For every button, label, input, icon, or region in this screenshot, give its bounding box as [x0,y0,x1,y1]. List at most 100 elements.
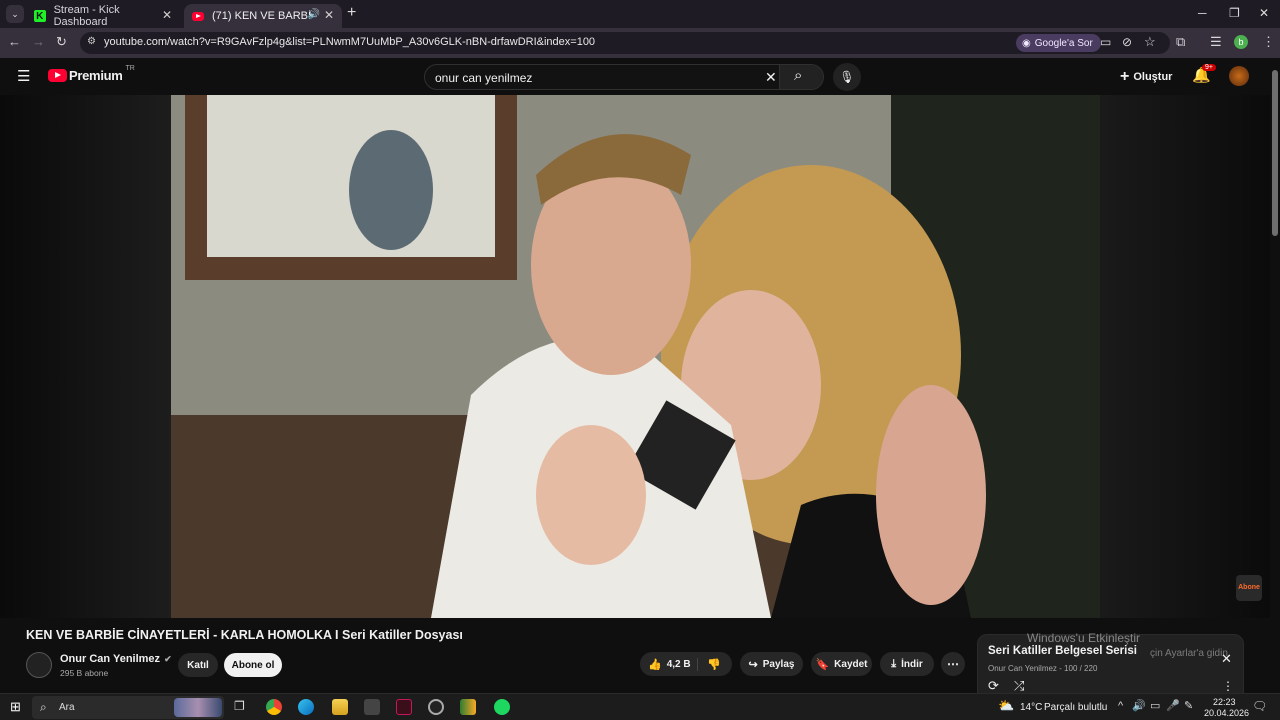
network-icon[interactable]: ▭ [1150,699,1160,712]
search-button[interactable]: ⌕ [779,65,823,89]
app-icon-yellow[interactable] [460,699,476,715]
taskbar-search[interactable]: ⌕ Ara [32,696,224,719]
right-ambient [1100,95,1270,618]
app-icon-red[interactable] [396,699,412,715]
playlist-menu-icon[interactable]: ⋮ [1222,679,1234,693]
download-label: İndir [901,658,923,670]
bookmark-icon: 🔖 [815,658,830,671]
reading-list-icon[interactable]: ☰ [1210,34,1222,50]
account-avatar[interactable] [1229,66,1249,86]
site-info-icon[interactable]: ⚙ [87,36,96,47]
tab-title: (71) KEN VE BARBİE CİNAYE [212,10,312,22]
like-button[interactable]: 👍 4,2 B [640,657,698,671]
notifications-button[interactable]: 🔔 9+ [1192,64,1216,85]
notification-badge: 9+ [1202,64,1216,71]
restore-window-icon[interactable]: ❐ [1229,6,1240,20]
share-label: Paylaş [762,658,795,670]
channel-watermark[interactable]: Abone ol [1236,575,1262,601]
download-button[interactable]: ⤓ İndir [880,652,934,676]
clear-search-icon[interactable]: ✕ [765,69,777,86]
tab-youtube-video[interactable]: (71) KEN VE BARBİE CİNAYE 🔊 ✕ [184,4,342,28]
page-scrollbar[interactable] [1270,58,1280,693]
search-input[interactable]: onur can yenilmez [435,71,532,85]
save-button[interactable]: 🔖 Kaydet [811,652,872,676]
loop-icon[interactable]: ⟳ [988,678,999,694]
google-ask-label: Google'a Sor [1034,37,1093,49]
voice-search-button[interactable]: 🎙 [833,63,861,91]
hamburger-menu-icon[interactable]: ☰ [17,67,30,85]
cast-icon[interactable]: ▭ [1100,35,1111,49]
profile-avatar[interactable]: b [1234,35,1248,49]
google-ask-button[interactable]: ◉ Google'a Sor [1016,34,1101,52]
more-dots-icon: ⋯ [947,657,959,671]
windows-start-icon[interactable]: ⊞ [10,699,21,715]
weather-temp[interactable]: 14°C [1020,702,1042,713]
channel-avatar[interactable] [26,652,52,678]
logo-text: Premium [69,68,123,83]
weather-desc[interactable]: Parçalı bulutlu [1044,702,1107,713]
extensions-icon[interactable]: ⧉ [1176,34,1185,50]
app-icon-circle[interactable] [428,699,444,715]
spotify-icon[interactable] [494,699,510,715]
new-tab-button[interactable]: + [347,4,356,22]
shuffle-icon[interactable]: ⤮ [1014,678,1024,694]
bookmark-star-icon[interactable]: ☆ [1144,34,1156,50]
left-ambient [0,95,171,618]
taskbar-search-placeholder: Ara [59,702,75,713]
close-tab-icon[interactable]: ✕ [324,8,334,22]
subscribe-button[interactable]: Abone ol [224,653,282,677]
download-icon: ⤓ [891,657,897,670]
reload-icon[interactable]: ↻ [56,34,67,50]
search-box: onur can yenilmez ✕ ⌕ [424,64,824,90]
youtube-header: ☰ Premium TR onur can yenilmez ✕ ⌕ 🎙 + O… [0,58,1280,95]
edge-icon[interactable] [298,699,314,715]
tab-kick-dashboard[interactable]: K Stream - Kick Dashboard ✕ [26,4,180,28]
microphone-tray-icon[interactable]: 🎤 [1166,699,1180,712]
pen-icon[interactable]: ✎ [1184,699,1193,712]
clock-date[interactable]: 20.04.2026 [1204,708,1249,718]
search-highlight-image [174,698,222,717]
url-text[interactable]: youtube.com/watch?v=R9GAvFzlp4g&list=PLN… [104,36,595,48]
create-button[interactable]: + Oluştur [1120,68,1172,86]
volume-icon[interactable]: 🔊 [1132,699,1146,712]
playlist-title[interactable]: Seri Katiller Belgesel Serisi [988,645,1137,657]
share-button[interactable]: ↪ Paylaş [740,652,803,676]
address-bar[interactable]: ⚙ youtube.com/watch?v=R9GAvFzlp4g&list=P… [80,32,1170,54]
close-window-icon[interactable]: ✕ [1259,6,1269,20]
minimize-window-icon[interactable]: ─ [1198,6,1207,20]
youtube-favicon-icon [192,11,204,21]
join-button[interactable]: Katıl [178,653,218,677]
more-actions-button[interactable]: ⋯ [941,652,965,676]
video-frame[interactable] [171,95,1100,618]
like-count: 4,2 B [666,658,691,670]
youtube-premium-logo[interactable]: Premium TR [48,65,135,83]
task-view-icon[interactable]: ❐ [234,699,245,713]
weather-icon[interactable]: ⛅ [998,698,1014,714]
share-icon: ↪ [748,658,758,671]
like-dislike-group: 👍 4,2 B 👎 [640,652,732,676]
forward-icon[interactable]: → [32,34,45,49]
windows-activation-title: Windows'u Etkinleştir [1027,631,1140,645]
search-icon: ⌕ [794,67,803,84]
app-icon-cube[interactable] [364,699,380,715]
scrollbar-thumb[interactable] [1272,70,1278,236]
thumbs-down-icon[interactable]: 👎 [707,658,721,671]
close-tab-icon[interactable]: ✕ [162,8,172,22]
chrome-icon[interactable] [266,699,282,715]
hide-icon[interactable]: ⊘ [1122,35,1132,49]
playlist-meta: Onur Can Yenilmez - 100 / 220 [988,664,1098,673]
browser-tab-strip: ⌄ K Stream - Kick Dashboard ✕ (71) KEN V… [0,0,1280,28]
back-icon[interactable]: ← [8,34,21,49]
clock-time[interactable]: 22:23 [1213,697,1236,707]
channel-name[interactable]: Onur Can Yenilmez ✔ [60,653,172,665]
browser-toolbar: ← → ↻ ⚙ youtube.com/watch?v=R9GAvFzlp4g&… [0,28,1280,58]
audio-playing-icon[interactable]: 🔊 [308,9,320,20]
browser-menu-icon[interactable]: ⋮ [1262,34,1275,50]
verified-icon: ✔ [164,653,172,664]
video-player[interactable]: Abone ol [0,95,1270,618]
file-manager-icon[interactable] [332,699,348,715]
tray-chevron-icon[interactable]: ^ [1118,700,1123,712]
google-lens-icon: ◉ [1022,37,1031,49]
tab-search-dropdown[interactable]: ⌄ [6,5,24,23]
notification-center-icon[interactable]: 🗨 [1252,699,1267,713]
